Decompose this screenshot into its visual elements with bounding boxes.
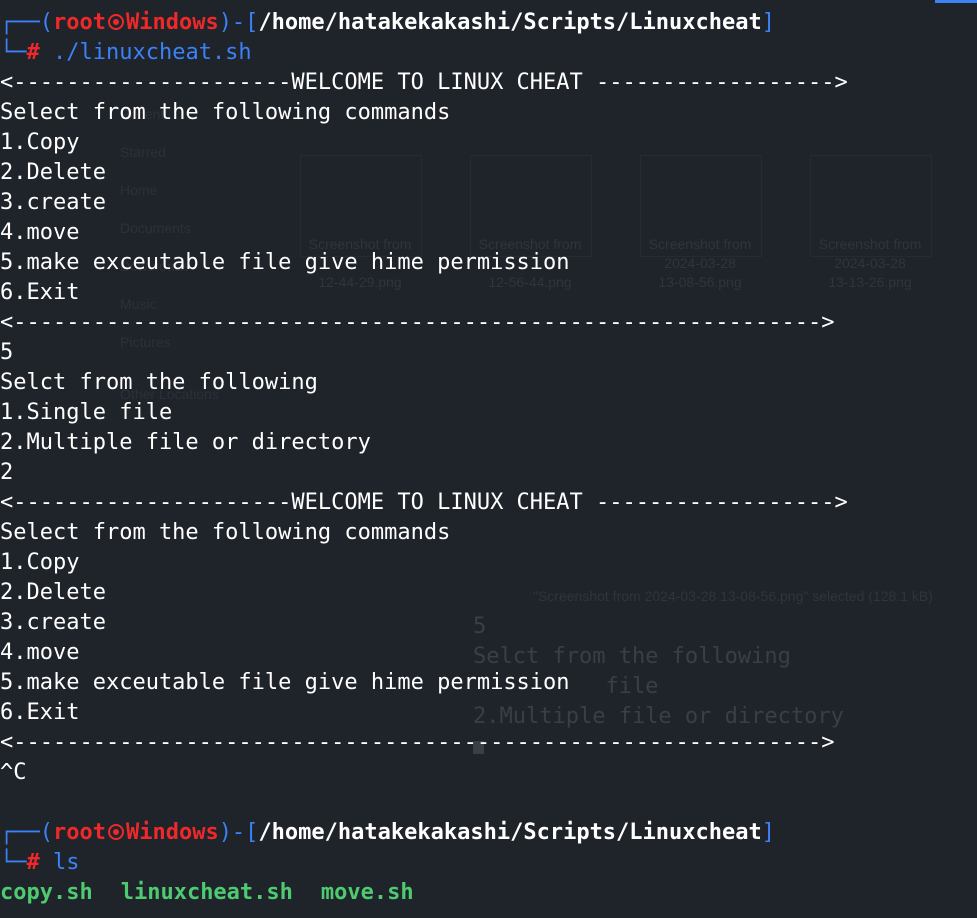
sub-menu-item: 2.Multiple file or directory <box>0 430 371 455</box>
command-line: └─# ./linuxcheat.sh <box>0 40 252 65</box>
file-entry: move.sh <box>320 880 414 905</box>
window-accent-bar <box>935 0 977 3</box>
select-prompt: Select from the following commands <box>0 100 451 125</box>
welcome-banner: <---------------------WELCOME TO LINUX C… <box>0 70 848 95</box>
skull-icon <box>107 824 124 840</box>
skull-icon <box>107 14 124 30</box>
sub-select-prompt: Selct from the following <box>0 370 318 395</box>
menu-item: 6.Exit <box>0 280 80 305</box>
file-entry: copy.sh <box>0 880 93 905</box>
menu-item: 4.move <box>0 220 80 245</box>
command-text: ls <box>53 850 80 875</box>
menu-item: 5.make exceutable file give hime permiss… <box>0 670 570 695</box>
interrupt-text: ^C <box>0 760 27 785</box>
menu-item: 1.Copy <box>0 550 80 575</box>
menu-item: 2.Delete <box>0 160 106 185</box>
select-prompt: Select from the following commands <box>0 520 451 545</box>
menu-item: 6.Exit <box>0 700 80 725</box>
divider-line: <---------------------------------------… <box>0 730 835 755</box>
menu-item: 3.create <box>0 610 106 635</box>
menu-item: 4.move <box>0 640 80 665</box>
menu-item: 3.create <box>0 190 106 215</box>
menu-item: 5.make exceutable file give hime permiss… <box>0 250 570 275</box>
sub-menu-item: 1.Single file <box>0 400 173 425</box>
file-entry: linuxcheat.sh <box>120 880 293 905</box>
prompt-line: ┌──(root Windows)-[/home/hatakekakashi/Sc… <box>0 820 776 845</box>
divider-line: <---------------------------------------… <box>0 310 835 335</box>
window-top-bar <box>0 0 977 4</box>
ls-output: copy.sh linuxcheat.sh move.sh <box>0 878 977 908</box>
prompt-line: ┌──(root Windows)-[/home/hatakekakashi/Sc… <box>0 10 776 35</box>
terminal-output[interactable]: ┌──(root Windows)-[/home/hatakekakashi/Sc… <box>0 8 977 908</box>
menu-item: 1.Copy <box>0 130 80 155</box>
menu-item: 2.Delete <box>0 580 106 605</box>
command-line: └─# ls <box>0 850 80 875</box>
command-text: ./linuxcheat.sh <box>53 40 252 65</box>
welcome-banner: <---------------------WELCOME TO LINUX C… <box>0 490 848 515</box>
user-input: 5 <box>0 340 14 365</box>
user-input: 2 <box>0 460 14 485</box>
